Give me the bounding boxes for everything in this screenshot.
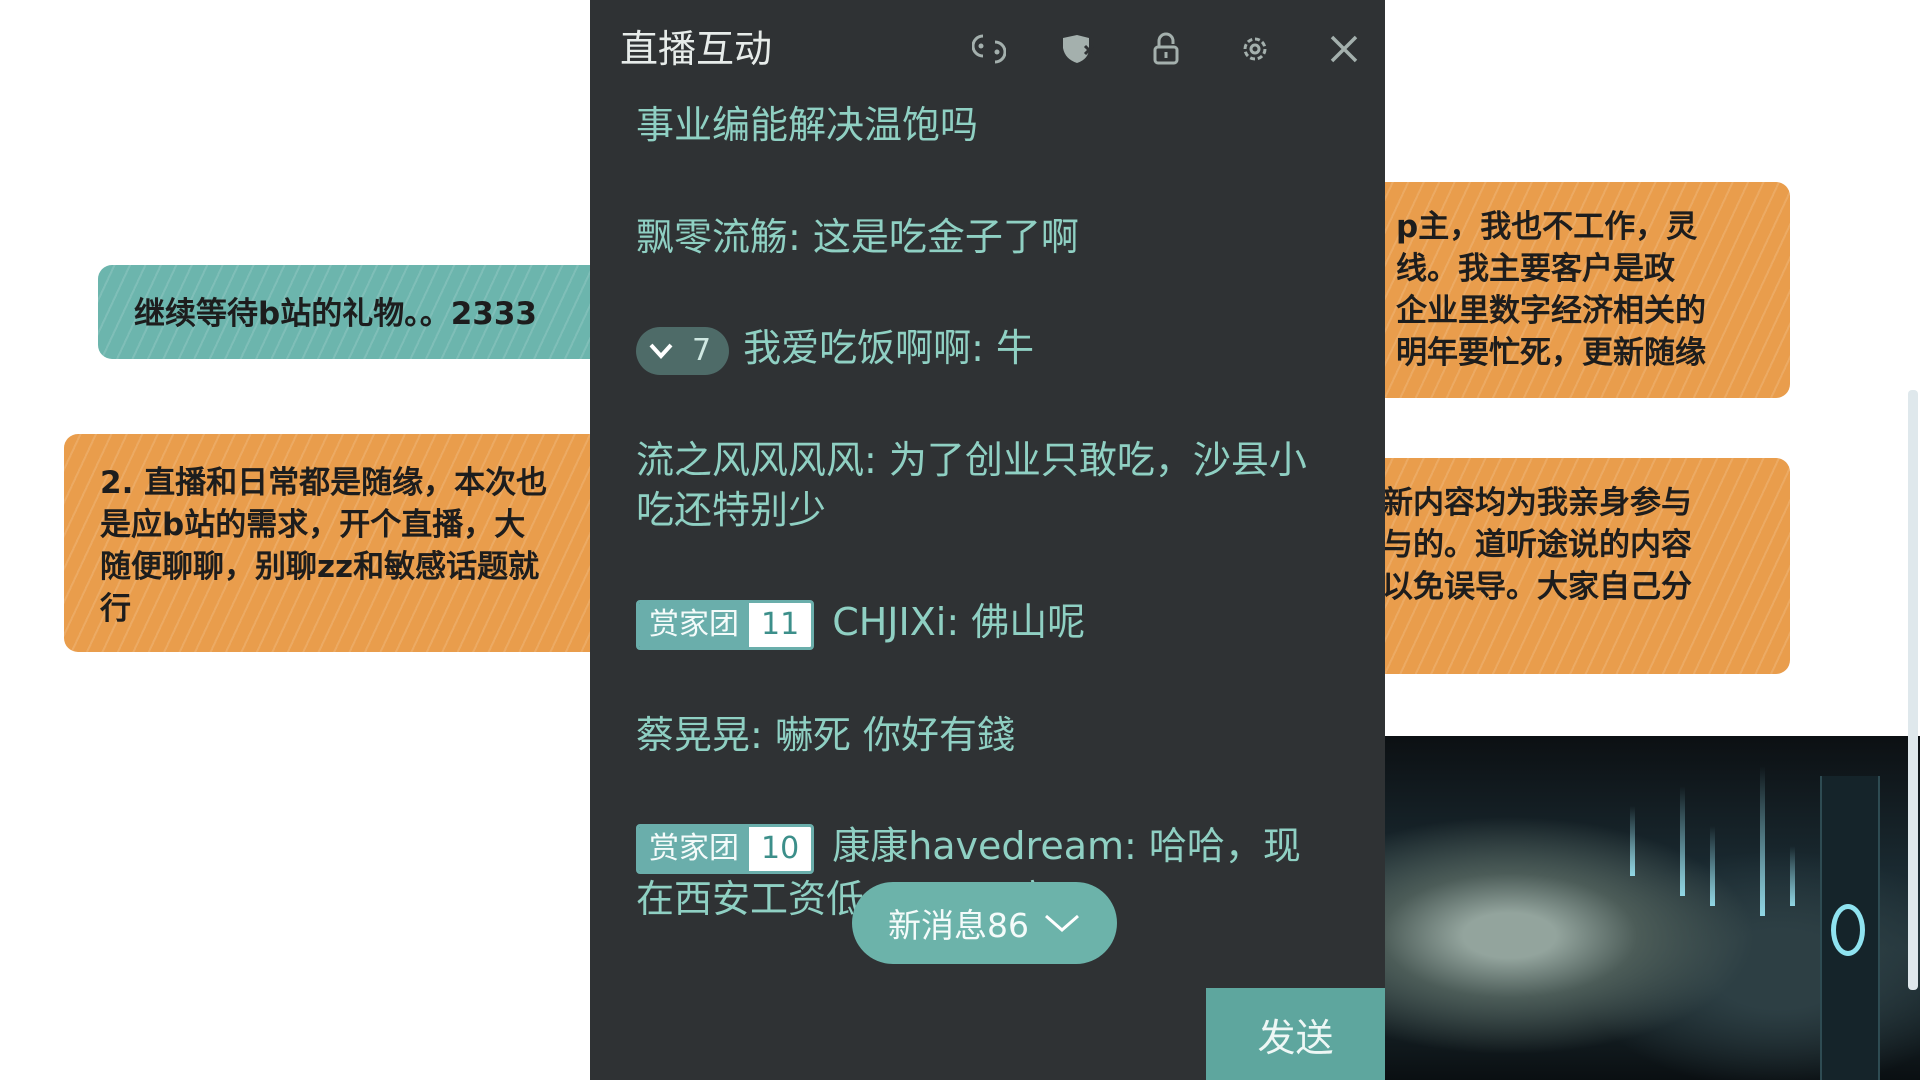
note-teal-banner: 继续等待b站的礼物。。2333: [98, 265, 618, 359]
fan-medal-name: 赏家团: [639, 826, 749, 871]
note-line: 继续等待b站的礼物。。2333: [134, 296, 537, 332]
fan-medal-badge[interactable]: 赏家团 11: [636, 599, 815, 650]
glowing-ring-icon: [1831, 904, 1865, 956]
shield-icon[interactable]: [1057, 29, 1097, 69]
chat-message: 蔡晃晃: 嚇死 你好有錢: [636, 710, 1336, 760]
chat-message: 事业编能解决温饱吗: [636, 100, 1336, 150]
note-orange-about: p主，我也不工作，灵 线。我主要客户是政 企业里数字经济相关的 明年要忙死，更新…: [1330, 182, 1790, 398]
badge-level-number: 7: [692, 332, 712, 368]
note-line: 企业里数字经济相关的: [1396, 293, 1706, 329]
note-orange-disclaimer: 新内容均为我亲身参与 与的。道听途说的内容 以免误导。大家自己分: [1330, 458, 1790, 674]
message-text: 这是吃金子了啊: [812, 215, 1079, 259]
settings-gear-icon[interactable]: [1235, 29, 1275, 69]
panel-header: 直播互动: [590, 0, 1385, 100]
fan-medal-name: 赏家团: [639, 602, 749, 647]
chat-message: 赏家团 11 CHJIXi: 佛山呢: [636, 597, 1336, 650]
background-artwork: [1380, 736, 1920, 1080]
panel-title: 直播互动: [620, 27, 773, 71]
chevron-down-icon: [648, 341, 674, 361]
note-line: p主，我也不工作，灵: [1396, 209, 1698, 245]
fan-medal-level: 10: [749, 826, 812, 871]
send-button[interactable]: 发送: [1206, 988, 1385, 1080]
live-interaction-panel: 直播互动 事业编能解决温饱吗 飘零流觞: 这是吃金子了啊 7 我爱吃饭啊啊: 牛…: [590, 0, 1385, 1080]
note-orange-rules: 2. 直播和日常都是随缘，本次也 是应b站的需求，开个直播，大 随便聊聊，别聊z…: [64, 434, 624, 652]
note-line: 随便聊聊，别聊zz和敏感话题就: [100, 549, 540, 585]
lock-icon[interactable]: [1146, 29, 1186, 69]
new-messages-button[interactable]: 新消息86: [852, 882, 1117, 964]
fan-medal-badge[interactable]: 赏家团 10: [636, 823, 815, 874]
message-username[interactable]: 我爱吃饭啊啊: [743, 326, 971, 370]
message-username[interactable]: 康康havedream: [832, 824, 1124, 868]
close-icon[interactable]: [1324, 29, 1364, 69]
note-line: 2. 直播和日常都是随缘，本次也: [100, 465, 548, 501]
message-text: 牛: [996, 326, 1035, 370]
chat-message: 7 我爱吃饭啊啊: 牛: [636, 323, 1336, 375]
effects-icon[interactable]: [969, 29, 1009, 69]
note-line: 线。我主要客户是政: [1396, 251, 1675, 287]
chat-message: 流之风风风风: 为了创业只敢吃，沙县小吃还特别少: [636, 435, 1336, 535]
chat-message: 飘零流觞: 这是吃金子了啊: [636, 212, 1336, 262]
message-text: 嚇死 你好有錢: [774, 713, 1015, 757]
user-level-badge[interactable]: 7: [636, 326, 730, 375]
message-username[interactable]: 飘零流觞: [636, 215, 788, 259]
message-separator: :: [788, 215, 813, 259]
chevron-down-icon: [1043, 904, 1081, 943]
message-separator: :: [1124, 824, 1149, 868]
new-messages-label: 新消息86: [888, 906, 1029, 945]
message-separator: :: [864, 438, 889, 482]
note-line: 明年要忙死，更新随缘: [1396, 335, 1706, 371]
note-line: 新内容均为我亲身参与: [1382, 485, 1692, 521]
note-line: 与的。道听途说的内容: [1382, 527, 1692, 563]
note-line: 以免误导。大家自己分: [1382, 569, 1692, 605]
note-line: 行: [100, 591, 131, 627]
message-separator: :: [750, 713, 775, 757]
message-text: 事业编能解决温饱吗: [636, 103, 979, 147]
message-username[interactable]: 流之风风风风: [636, 438, 864, 482]
page-scrollbar[interactable]: [1908, 390, 1918, 990]
fan-medal-level: 11: [749, 602, 812, 647]
message-text: 佛山呢: [971, 600, 1086, 644]
note-line: 是应b站的需求，开个直播，大: [100, 507, 526, 543]
message-username[interactable]: CHJIXi: [832, 600, 946, 644]
message-separator: :: [971, 326, 996, 370]
message-username[interactable]: 蔡晃晃: [636, 713, 750, 757]
message-separator: :: [946, 600, 972, 644]
